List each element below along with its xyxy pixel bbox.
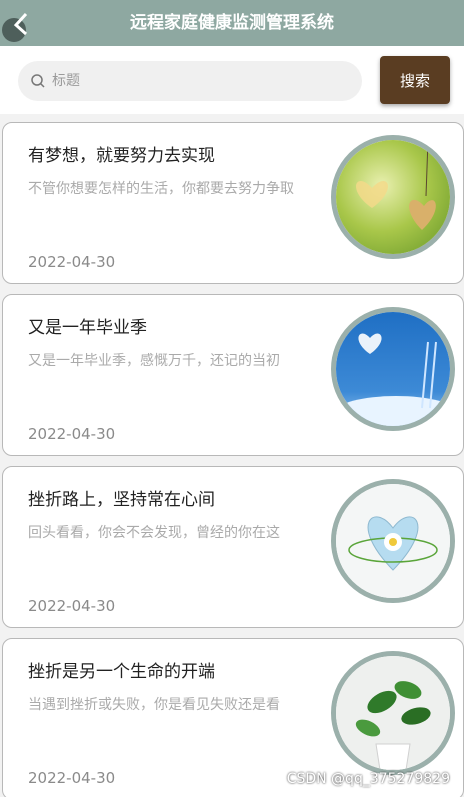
article-date: 2022-04-30 — [28, 597, 116, 615]
article-title: 又是一年毕业季 — [28, 318, 147, 338]
article-thumbnail — [331, 651, 455, 775]
article-summary: 回头看看，你会不会发现，曾经的你在这 — [28, 525, 280, 541]
watermark: CSDN @qq_375279829 — [286, 771, 450, 787]
article-thumbnail — [331, 479, 455, 603]
search-bar: 搜索 — [0, 46, 464, 114]
sky-heart-photo — [336, 312, 450, 426]
article-date: 2022-04-30 — [28, 769, 116, 787]
article-date: 2022-04-30 — [28, 425, 116, 443]
article-card[interactable]: 有梦想，就要努力去实现 不管你想要怎样的生活，你都要去努力争取 2022-04-… — [2, 122, 464, 284]
article-thumbnail — [331, 135, 455, 259]
blue-heart-flower-photo — [336, 484, 450, 598]
article-title: 挫折路上，坚持常在心间 — [28, 490, 215, 510]
potted-plant-photo — [336, 656, 450, 770]
title-bar: 远程家庭健康监测管理系统 — [0, 0, 464, 46]
article-list: 有梦想，就要努力去实现 不管你想要怎样的生活，你都要去努力争取 2022-04-… — [0, 114, 464, 797]
search-input[interactable] — [52, 61, 352, 101]
article-card[interactable]: 挫折路上，坚持常在心间 回头看看，你会不会发现，曾经的你在这 2022-04-3… — [2, 466, 464, 628]
article-summary: 又是一年毕业季，感慨万千，还记的当初 — [28, 353, 280, 369]
hearts-photo — [336, 140, 450, 254]
article-title: 有梦想，就要努力去实现 — [28, 146, 215, 166]
article-summary: 当遇到挫折或失败，你是看见失败还是看 — [28, 697, 280, 713]
search-button[interactable]: 搜索 — [380, 56, 450, 104]
article-thumbnail — [331, 307, 455, 431]
article-card[interactable]: 又是一年毕业季 又是一年毕业季，感慨万千，还记的当初 2022-04-30 — [2, 294, 464, 456]
article-summary: 不管你想要怎样的生活，你都要去努力争取 — [28, 181, 294, 197]
search-field[interactable] — [18, 61, 362, 101]
page-title: 远程家庭健康监测管理系统 — [130, 13, 334, 33]
article-title: 挫折是另一个生命的开端 — [28, 662, 215, 682]
search-icon — [31, 74, 45, 88]
article-date: 2022-04-30 — [28, 253, 116, 271]
